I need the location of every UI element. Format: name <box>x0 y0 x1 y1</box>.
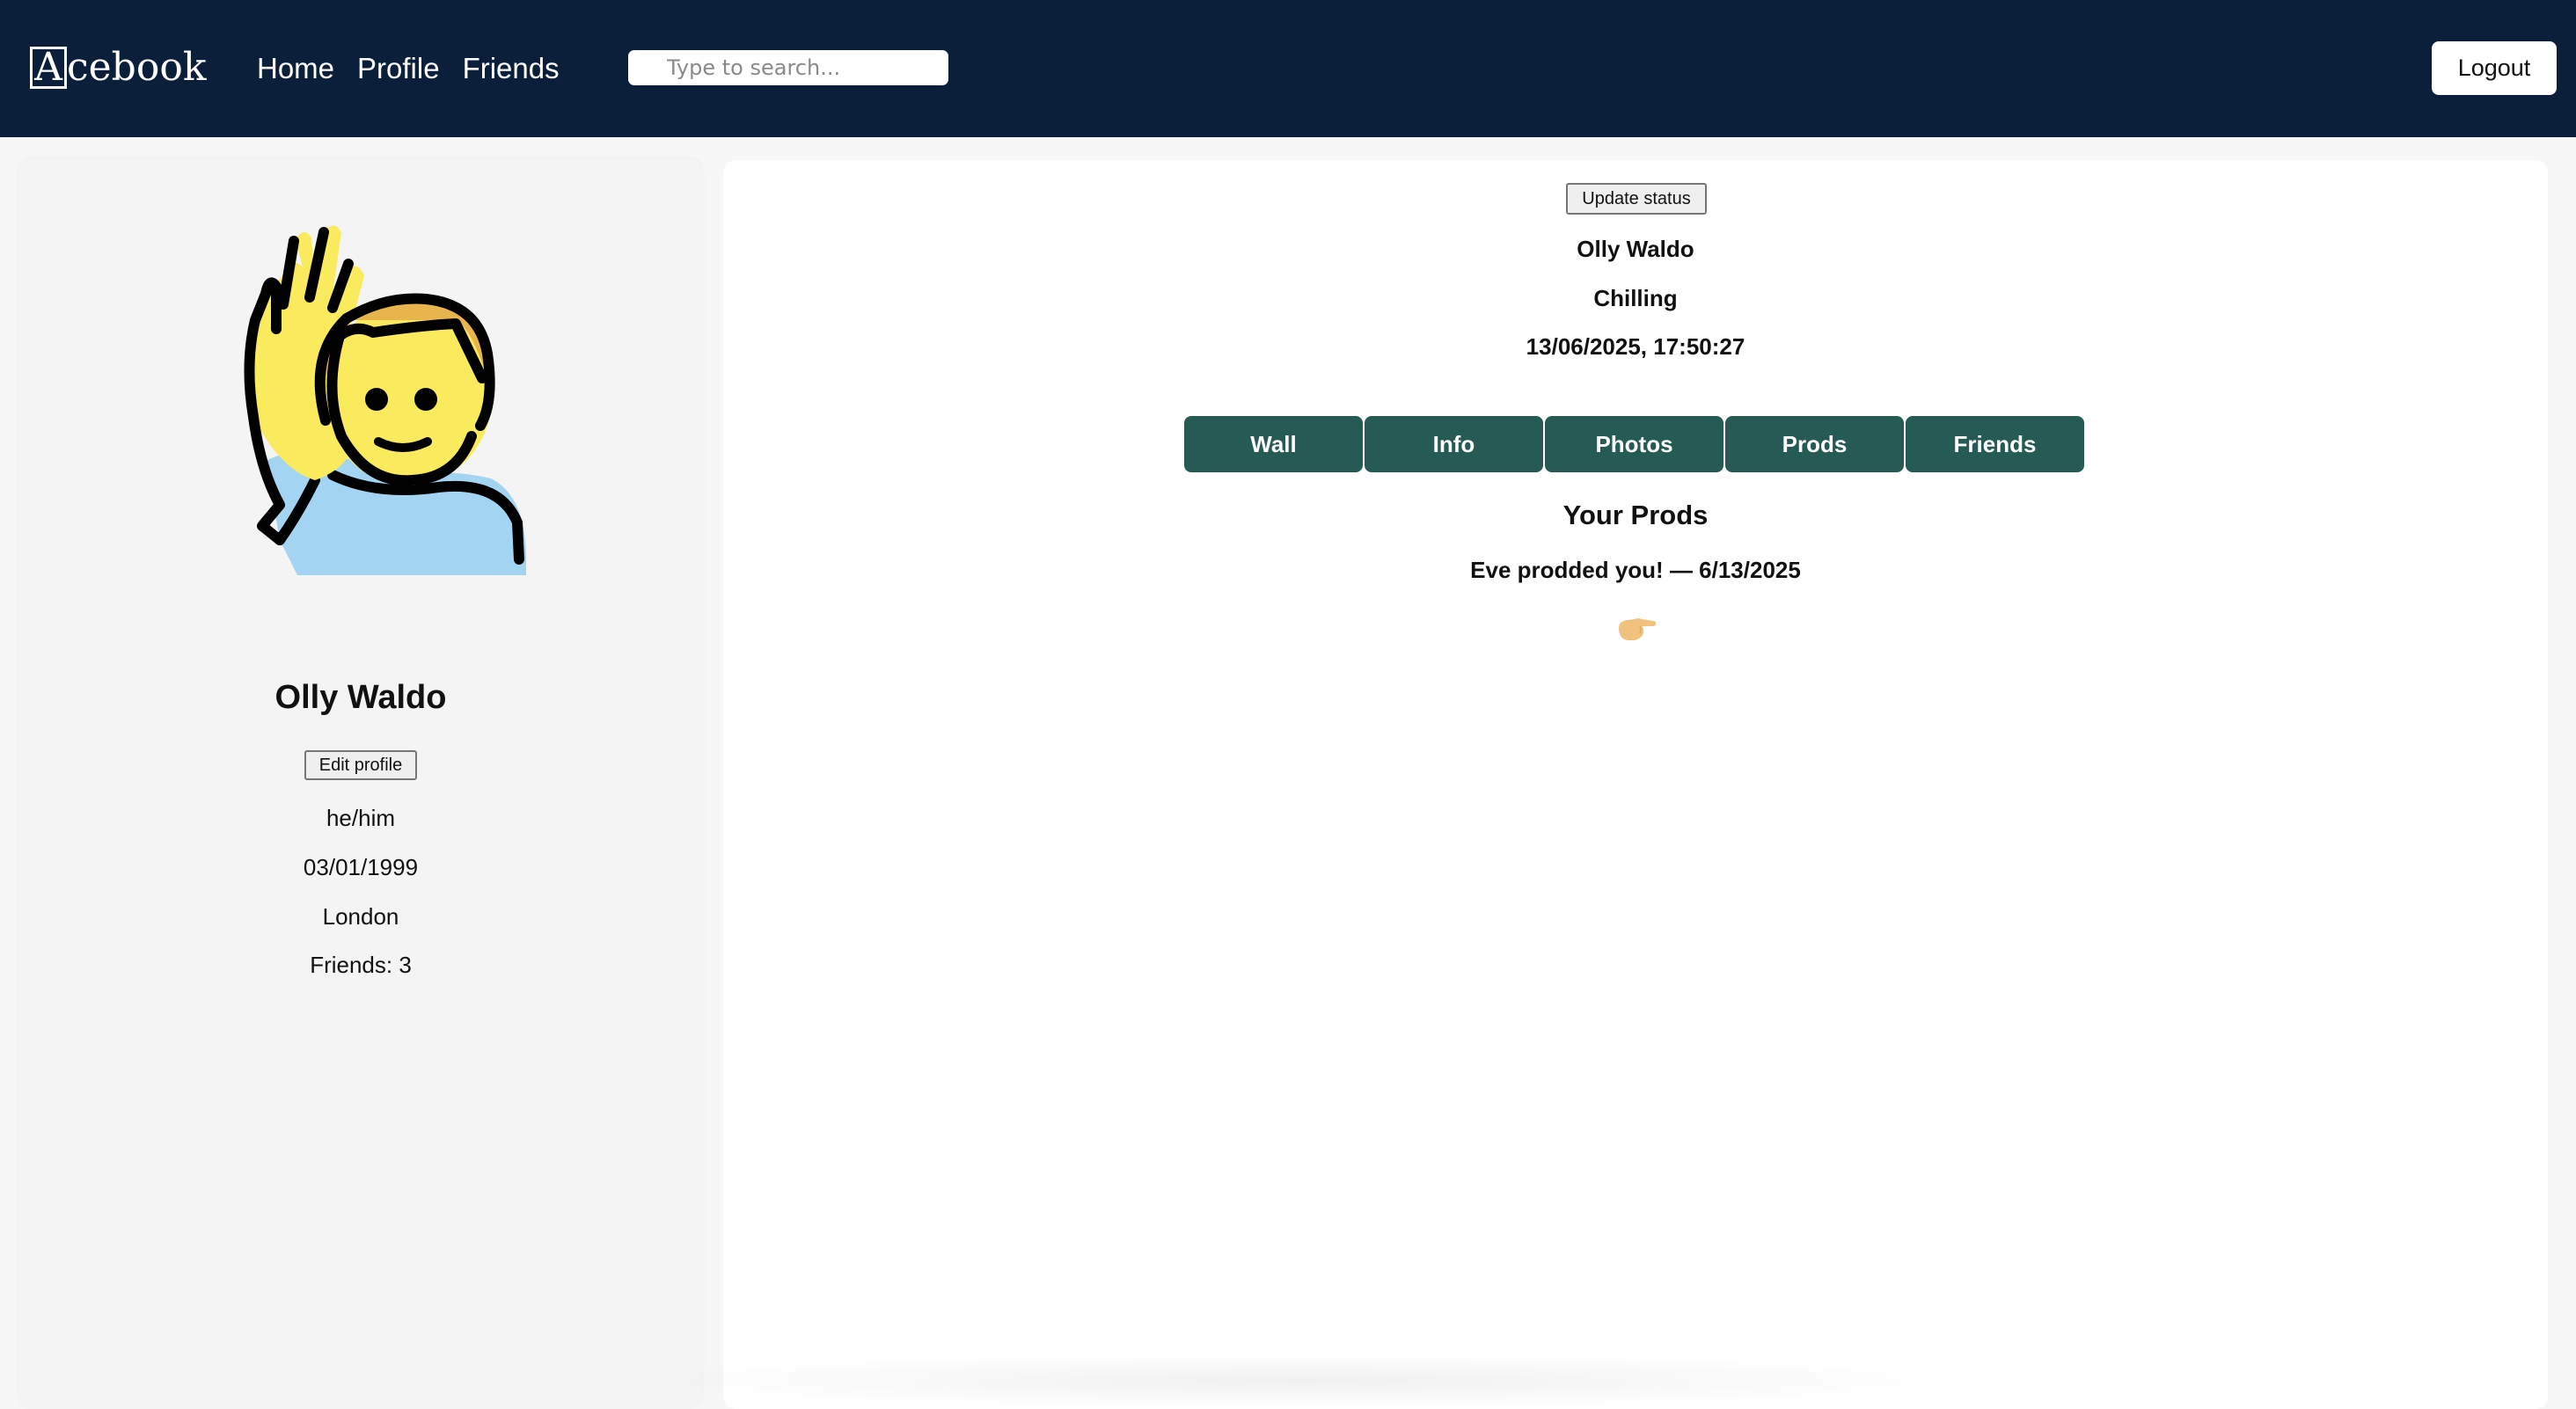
nav-friends-link[interactable]: Friends <box>463 47 560 90</box>
top-navbar: Acebook Home Profile Friends Logout <box>0 0 2576 137</box>
pointing-hand-icon <box>1619 618 1657 640</box>
logo-letter: A <box>30 47 67 89</box>
edit-profile-button[interactable]: Edit profile <box>304 750 417 780</box>
tab-info[interactable]: Info <box>1365 416 1543 472</box>
tab-prods[interactable]: Prods <box>1725 416 1904 472</box>
profile-birthday: 03/01/1999 <box>303 854 419 880</box>
status-timestamp: 13/06/2025, 17:50:27 <box>1526 333 1745 360</box>
search-input[interactable] <box>628 50 948 85</box>
nav-profile-link[interactable]: Profile <box>357 47 440 90</box>
acebook-logo[interactable]: Acebook <box>30 44 207 91</box>
tab-wall[interactable]: Wall <box>1184 416 1363 472</box>
status-text: Chilling <box>1593 285 1678 311</box>
logout-button[interactable]: Logout <box>2432 41 2557 95</box>
profile-friends-count: Friends: 3 <box>310 952 412 978</box>
profile-location: London <box>322 903 399 930</box>
status-author-name: Olly Waldo <box>1577 236 1694 262</box>
profile-name: Olly Waldo <box>274 679 447 716</box>
tab-photos[interactable]: Photos <box>1545 416 1723 472</box>
logo-text: cebook <box>67 45 207 90</box>
prod-item: Eve prodded you! — 6/13/2025 <box>1470 557 1801 583</box>
profile-tabs: Wall Info Photos Prods Friends <box>1184 416 2084 472</box>
nav-home-link[interactable]: Home <box>257 47 334 90</box>
prods-heading: Your Prods <box>1562 500 1709 530</box>
update-status-button[interactable]: Update status <box>1566 183 1707 215</box>
person-raising-hand-icon <box>244 225 526 575</box>
main-nav: Home Profile Friends <box>257 47 560 90</box>
profile-sidebar: Olly Waldo Edit profile he/him 03/01/199… <box>19 158 702 1407</box>
profile-main-panel: Update status Olly Waldo Chilling 13/06/… <box>723 160 2548 1409</box>
profile-pronouns: he/him <box>326 805 396 831</box>
tab-friends[interactable]: Friends <box>1906 416 2084 472</box>
